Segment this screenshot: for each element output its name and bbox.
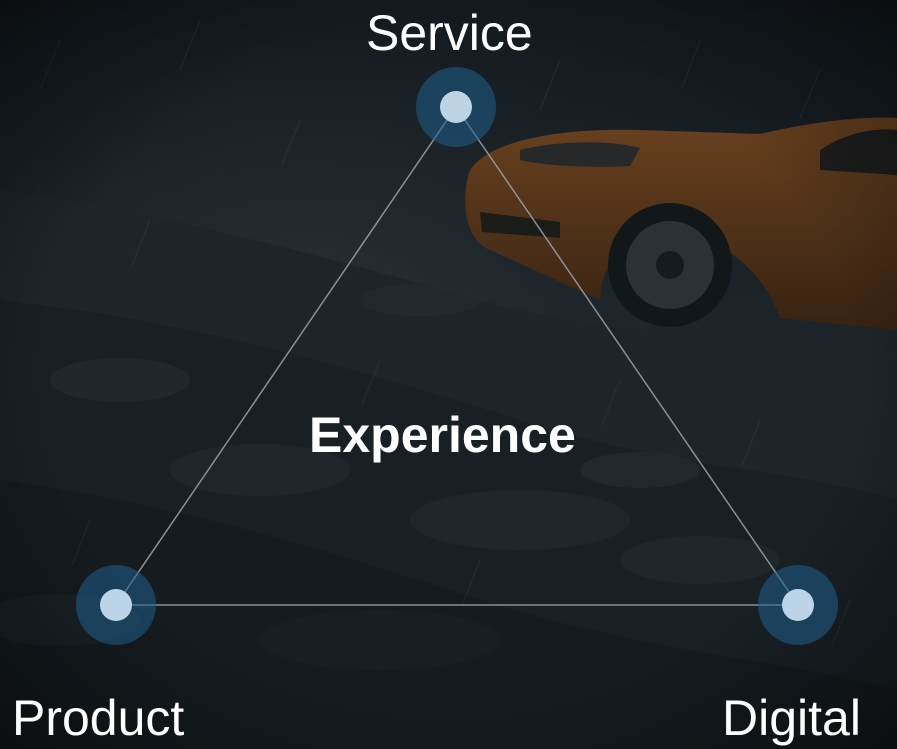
edge-service-digital	[455, 106, 799, 606]
triangle-diagram	[76, 67, 838, 645]
diagram-stage: Service Product Digital Experience	[0, 0, 897, 749]
center-label-experience: Experience	[309, 407, 576, 463]
edge-service-product	[115, 106, 457, 606]
node-service	[416, 67, 496, 147]
node-label-digital: Digital	[722, 690, 861, 746]
node-label-service: Service	[366, 5, 533, 61]
node-digital	[758, 565, 838, 645]
node-product	[76, 565, 156, 645]
node-label-product: Product	[12, 690, 185, 746]
